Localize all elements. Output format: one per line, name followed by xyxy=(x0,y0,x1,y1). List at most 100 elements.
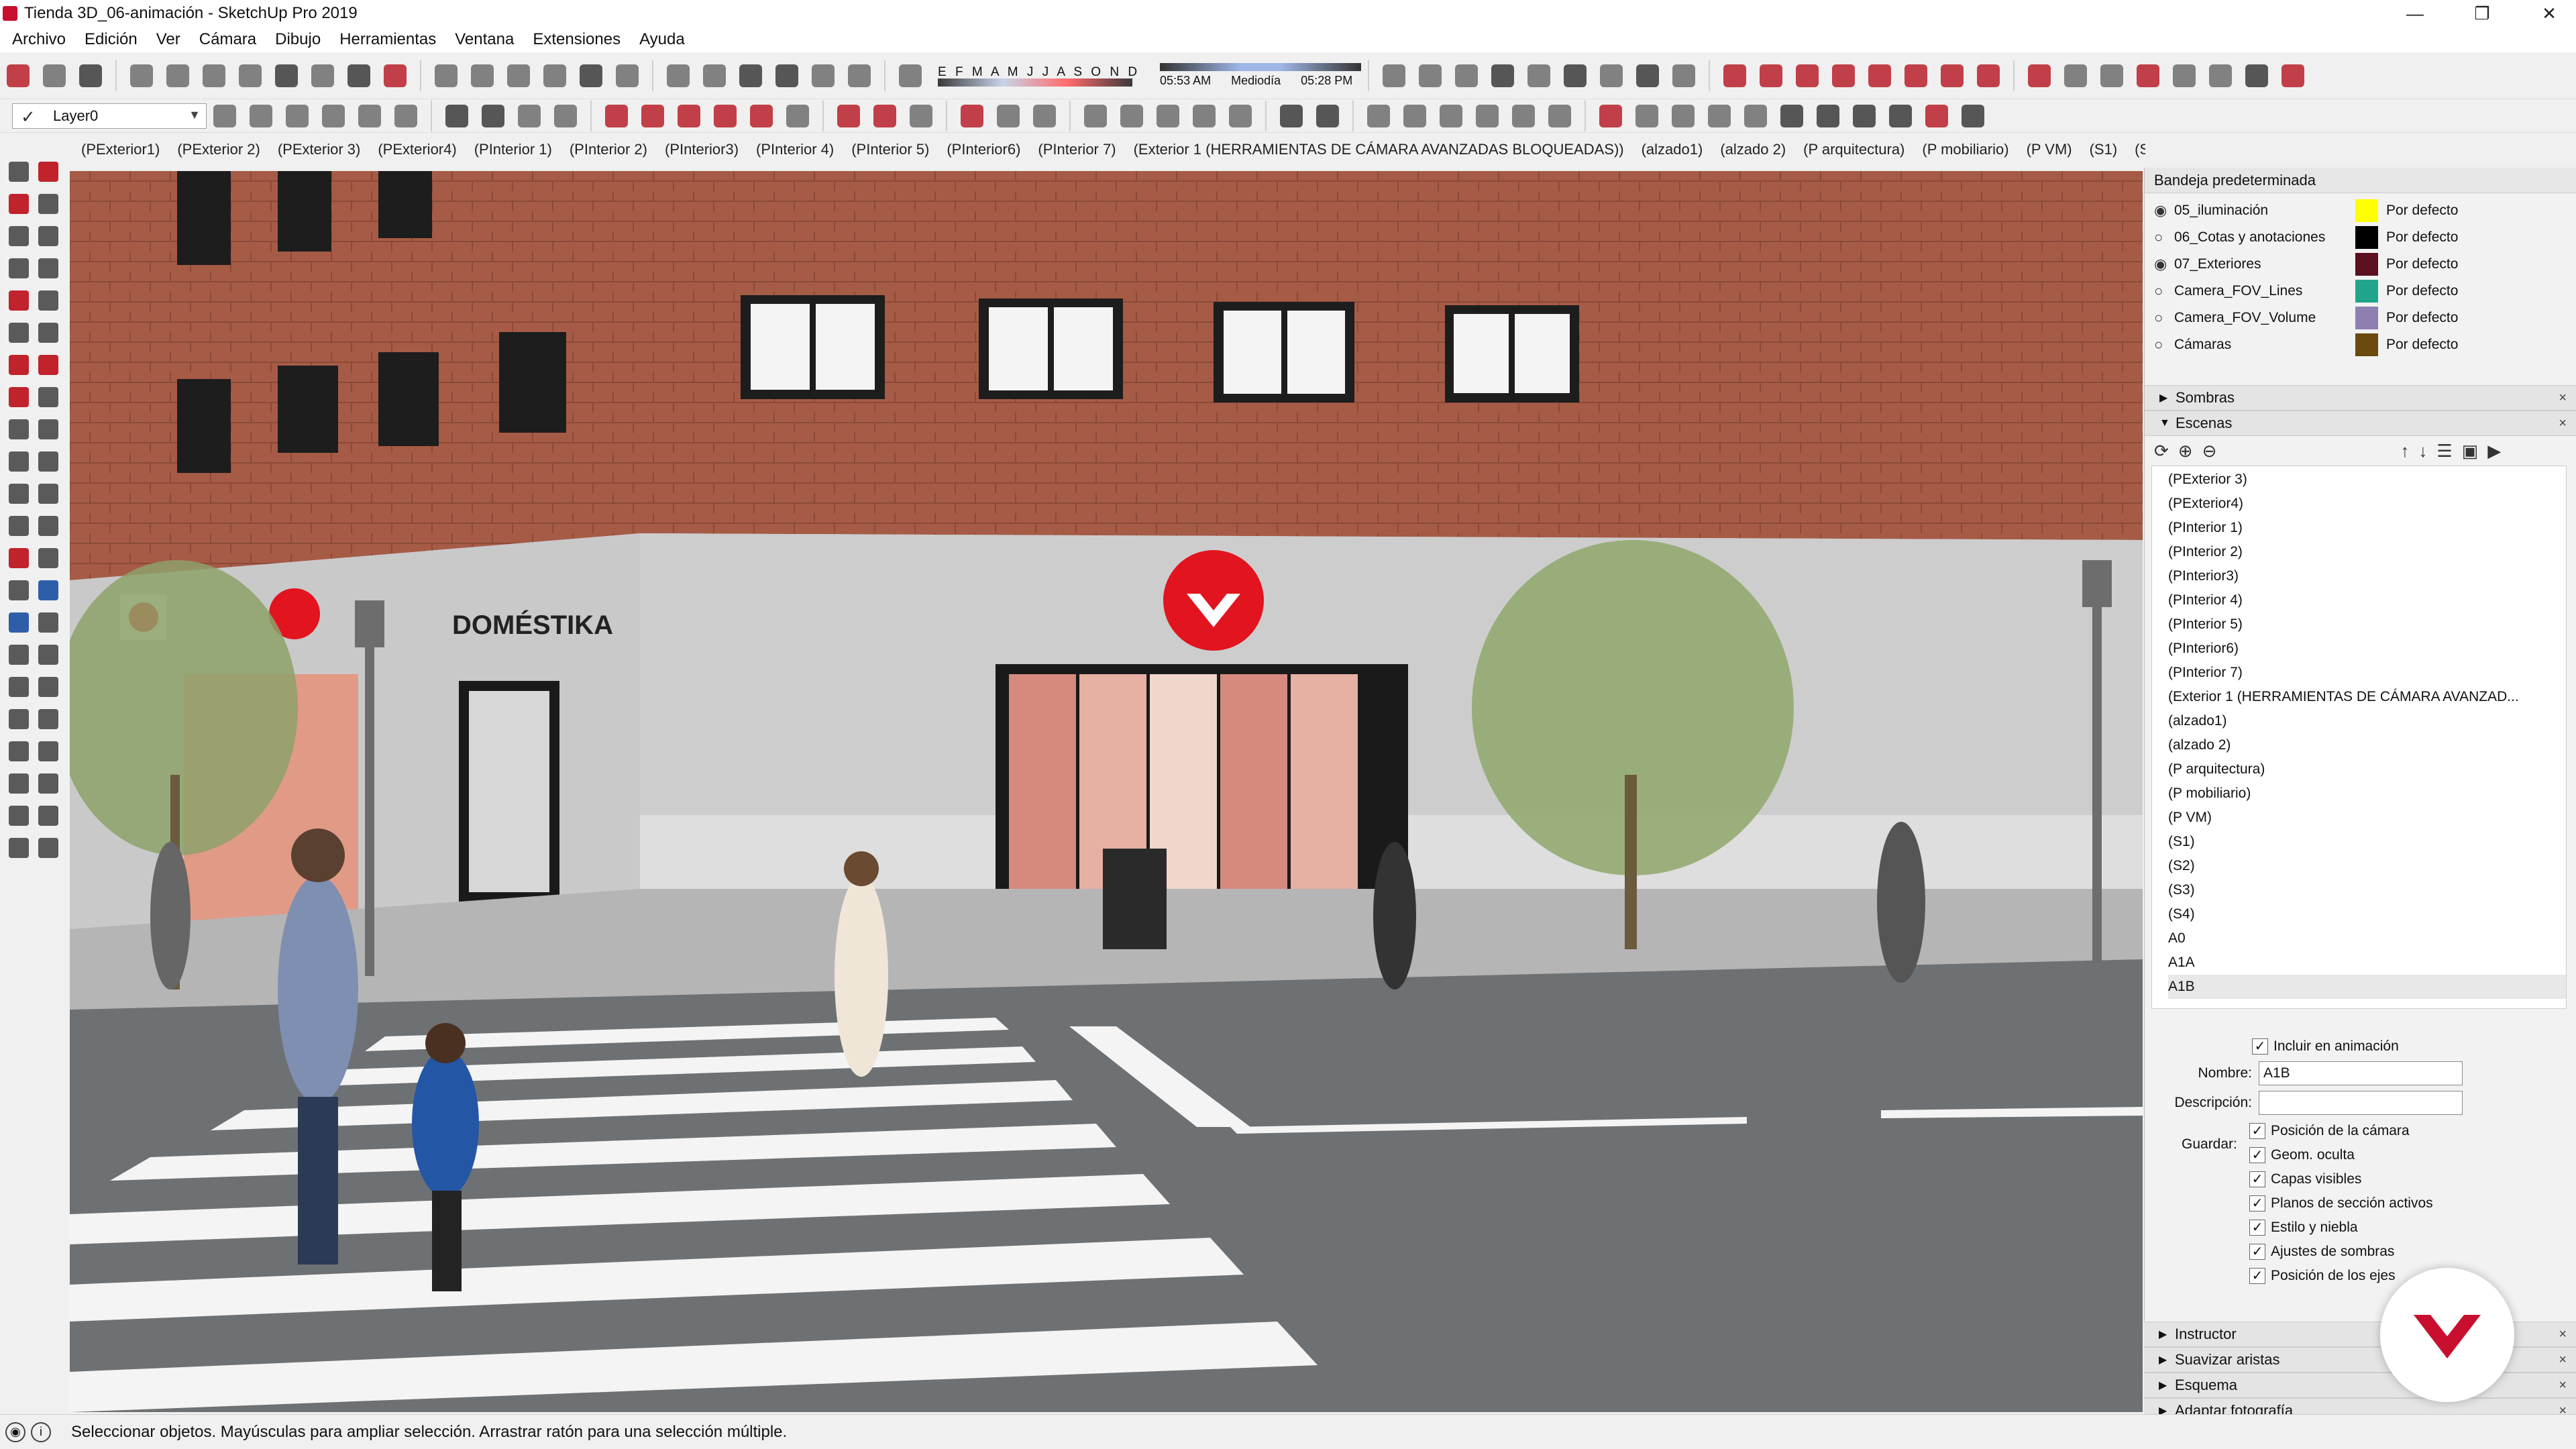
open-button[interactable] xyxy=(40,61,69,91)
save-option-checkbox[interactable]: ✓ Capas visibles xyxy=(2249,1167,2576,1191)
dimension-button[interactable] xyxy=(783,101,812,131)
view-options-icon[interactable]: ☰ xyxy=(2436,441,2452,462)
plugin-n-button[interactable] xyxy=(2242,61,2271,91)
plugin-h-button[interactable] xyxy=(1974,61,2003,91)
line-tool-button[interactable] xyxy=(4,220,34,252)
sandbox-c-tool-button[interactable] xyxy=(4,735,34,767)
style-shaded-button[interactable] xyxy=(540,61,570,91)
window-maker-button[interactable] xyxy=(1117,101,1146,131)
extension-warehouse-button[interactable] xyxy=(1452,61,1481,91)
sandbox-e-tool-button[interactable] xyxy=(4,767,34,800)
menu-herramientas[interactable]: Herramientas xyxy=(330,30,445,49)
scene-list-item[interactable]: (PInterior 4) xyxy=(2168,588,2566,612)
render-button[interactable] xyxy=(1545,101,1574,131)
tool-c-button[interactable] xyxy=(1560,61,1590,91)
add-scene-icon[interactable]: ⊕ xyxy=(2178,441,2193,462)
axes-tool-button[interactable] xyxy=(4,510,34,542)
menu-dibujo[interactable]: Dibujo xyxy=(266,30,330,49)
sandbox-button[interactable] xyxy=(210,101,239,131)
tape-button[interactable] xyxy=(710,101,740,131)
layer-row[interactable]: ◉ 05_iluminación Por defecto xyxy=(2145,197,2576,224)
sandbox-h-tool-button[interactable] xyxy=(34,800,63,832)
move-up-icon[interactable]: ↑ xyxy=(2400,441,2409,462)
panel-escenas[interactable]: ▼ Escenas × xyxy=(2145,411,2576,436)
paint-bucket-tool-button[interactable] xyxy=(34,156,63,188)
section-display-button[interactable] xyxy=(478,101,508,131)
scene-list-item[interactable]: (P mobiliario) xyxy=(2168,782,2566,806)
sandbox-i-tool-button[interactable] xyxy=(4,832,34,864)
scene-list-item[interactable]: (Exterior 1 (HERRAMIENTAS DE CÁMARA AVAN… xyxy=(2168,685,2566,709)
tool-f-button[interactable] xyxy=(1669,61,1699,91)
model-info-button[interactable] xyxy=(380,61,410,91)
style-textured-button[interactable] xyxy=(576,61,606,91)
view-b-small-button[interactable] xyxy=(1509,101,1538,131)
play-button[interactable] xyxy=(1886,101,1915,131)
position-camera-tool-button[interactable] xyxy=(4,639,34,671)
scene-tab[interactable]: (PExterior4) xyxy=(369,138,465,162)
components-button[interactable] xyxy=(957,101,987,131)
new-file-button[interactable] xyxy=(3,61,33,91)
follow-me-tool-button[interactable] xyxy=(34,381,63,413)
save-option-checkbox[interactable]: ✓ Geom. oculta xyxy=(2249,1143,2576,1167)
remove-scene-icon[interactable]: ⊖ xyxy=(2202,441,2217,462)
scene-list-item[interactable]: (S1) xyxy=(2168,830,2566,854)
plugin-o-button[interactable] xyxy=(2278,61,2308,91)
axes-button[interactable] xyxy=(747,101,776,131)
plugin-m-button[interactable] xyxy=(2206,61,2235,91)
view-a-small-button[interactable] xyxy=(1472,101,1502,131)
style-xray-button[interactable] xyxy=(431,61,461,91)
scene-list-item[interactable]: A1A xyxy=(2168,951,2566,975)
scene-list-item[interactable]: (S3) xyxy=(2168,878,2566,902)
scene-list-item[interactable]: (PInterior 1) xyxy=(2168,516,2566,540)
scene-tab[interactable]: (S1) xyxy=(2081,138,2127,162)
shadow-time-slider[interactable]: 05:53 AM Mediodía 05:28 PM xyxy=(1160,63,1362,88)
menu-extensiones[interactable]: Extensiones xyxy=(523,30,630,49)
pencil-tool-button[interactable] xyxy=(834,101,863,131)
close-icon[interactable]: × xyxy=(2559,390,2567,406)
scene-tab[interactable]: (PExterior1) xyxy=(72,138,168,162)
protractor-tool-button[interactable] xyxy=(4,478,34,510)
scene-tab[interactable]: (PInterior6) xyxy=(938,138,1029,162)
plugin-l-button[interactable] xyxy=(2169,61,2199,91)
time-slider-bar[interactable] xyxy=(1160,63,1362,71)
panel-sombras[interactable]: ▶ Sombras × xyxy=(2145,385,2576,411)
freehand-tool-button[interactable] xyxy=(34,220,63,252)
scene-tab[interactable]: (PExterior 3) xyxy=(269,138,369,162)
undo-button[interactable] xyxy=(272,61,301,91)
scene-tab[interactable]: (alzado 2) xyxy=(1711,138,1794,162)
layer-row[interactable]: ○ 06_Cotas y anotaciones Por defecto xyxy=(2145,224,2576,251)
tool-d-button[interactable] xyxy=(1597,61,1626,91)
line-tool-button[interactable] xyxy=(870,101,900,131)
geo-location-icon[interactable]: ◉ xyxy=(5,1421,25,1442)
eraser-tool-button[interactable] xyxy=(4,188,34,220)
offset-button[interactable] xyxy=(638,101,667,131)
section-plane-tool-button[interactable] xyxy=(34,671,63,703)
scene-list-item[interactable]: A1B xyxy=(2168,975,2566,999)
scene-list-item[interactable]: (PInterior 5) xyxy=(2168,612,2566,637)
flip-edge-button[interactable] xyxy=(391,101,421,131)
push-pull-tool-button[interactable] xyxy=(34,349,63,381)
walk-tool-button[interactable] xyxy=(34,639,63,671)
layer-row[interactable]: ○ Camera_FOV_Volume Por defecto xyxy=(2145,305,2576,331)
redo-button[interactable] xyxy=(308,61,337,91)
view-top-button[interactable] xyxy=(700,61,729,91)
rotate-tool-button[interactable] xyxy=(4,381,34,413)
pie-tool-button[interactable] xyxy=(34,317,63,349)
close-icon[interactable]: × xyxy=(2559,1327,2567,1342)
scene-list-item[interactable]: (alzado 2) xyxy=(2168,733,2566,757)
arc-tool-button[interactable] xyxy=(4,317,34,349)
scene-tab[interactable]: (S2) xyxy=(2126,138,2145,162)
layer-color-swatch[interactable] xyxy=(2355,253,2378,276)
stop-button[interactable] xyxy=(1922,101,1951,131)
solid-union-button[interactable] xyxy=(994,101,1023,131)
plugin-d-button[interactable] xyxy=(1829,61,1858,91)
roof-button[interactable] xyxy=(1081,101,1110,131)
plugin-a-button[interactable] xyxy=(1720,61,1750,91)
material-button[interactable] xyxy=(1596,101,1625,131)
menu-camara[interactable]: Cámara xyxy=(190,30,266,49)
eye-visible-icon[interactable]: ◉ xyxy=(2154,256,2174,273)
scene-list-item[interactable]: (P VM) xyxy=(2168,806,2566,830)
view-right-button[interactable] xyxy=(772,61,802,91)
move-tool-button[interactable] xyxy=(4,349,34,381)
brick-plugin-button[interactable] xyxy=(2025,61,2054,91)
